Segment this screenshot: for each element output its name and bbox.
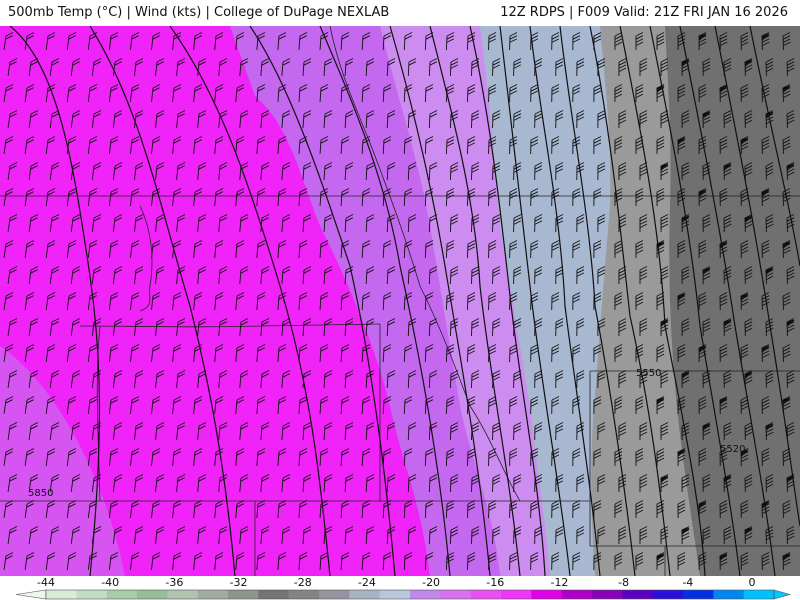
product-title: 500mb Temp (°C) | Wind (kts) | College o…: [8, 5, 390, 20]
colorbar-cell: [46, 590, 77, 599]
colorbar-cell: [379, 590, 411, 599]
colorbar-tick-label: -24: [357, 576, 376, 589]
colorbar: [15, 589, 792, 600]
colorbar-tick-label: 0: [748, 576, 756, 589]
colorbar-cell: [592, 590, 623, 599]
colorbar-cell: [683, 590, 714, 599]
colorbar-cell: [531, 590, 563, 599]
colorbar-left-arrow: [15, 589, 47, 600]
colorbar-tick-label: -12: [550, 576, 569, 589]
colorbar-cell: [470, 590, 502, 599]
map-canvas: 5850 5550 5520: [0, 26, 800, 576]
colorbar-cell: [410, 590, 441, 599]
weather-map: 5850 5550 5520: [0, 26, 800, 576]
colorbar-cell: [713, 590, 745, 599]
colorbar-cell: [440, 590, 472, 599]
colorbar-cell: [501, 590, 532, 599]
colorbar-tick-label: -28: [293, 576, 312, 589]
height-label-5520: 5520: [720, 444, 745, 455]
model-run-info: 12Z RDPS | F009 Valid: 21Z FRI JAN 16 20…: [500, 5, 788, 20]
colorbar-cell: [319, 590, 350, 599]
colorbar-cell: [197, 590, 229, 599]
colorbar-tick-label: -8: [618, 576, 630, 589]
color-scale: -44 -40 -36 -32 -28 -24 -20 -16 -12 -8 -4 0: [0, 576, 800, 600]
colorbar-cell: [288, 590, 320, 599]
colorbar-cell: [167, 590, 199, 599]
colorbar-tick-label: -20: [422, 576, 441, 589]
colorbar-tick-label: -40: [101, 576, 120, 589]
colorbar-cell: [137, 590, 168, 599]
header-bar: 500mb Temp (°C) | Wind (kts) | College o…: [0, 0, 800, 26]
colorbar-cell: [743, 590, 775, 599]
colorbar-cell: [349, 590, 381, 599]
colorbar-tick-label: -16: [486, 576, 505, 589]
height-label-5550: 5550: [636, 368, 661, 379]
colorbar-cell: [106, 590, 138, 599]
colorbar-cell: [622, 590, 654, 599]
colorbar-right-arrow: [773, 589, 792, 600]
colorbar-tick-label: -44: [37, 576, 55, 589]
colorbar-cell: [228, 590, 259, 599]
colorbar-cell: [652, 590, 684, 599]
colorbar-cell: [561, 590, 593, 599]
colorbar-tick-label: -32: [229, 576, 248, 589]
colorbar-cell: [76, 590, 108, 599]
colorbar-tick-label: -4: [682, 576, 694, 589]
colorbar-cell: [258, 590, 290, 599]
height-label-5850: 5850: [28, 488, 53, 499]
colorbar-tick-label: -36: [165, 576, 184, 589]
